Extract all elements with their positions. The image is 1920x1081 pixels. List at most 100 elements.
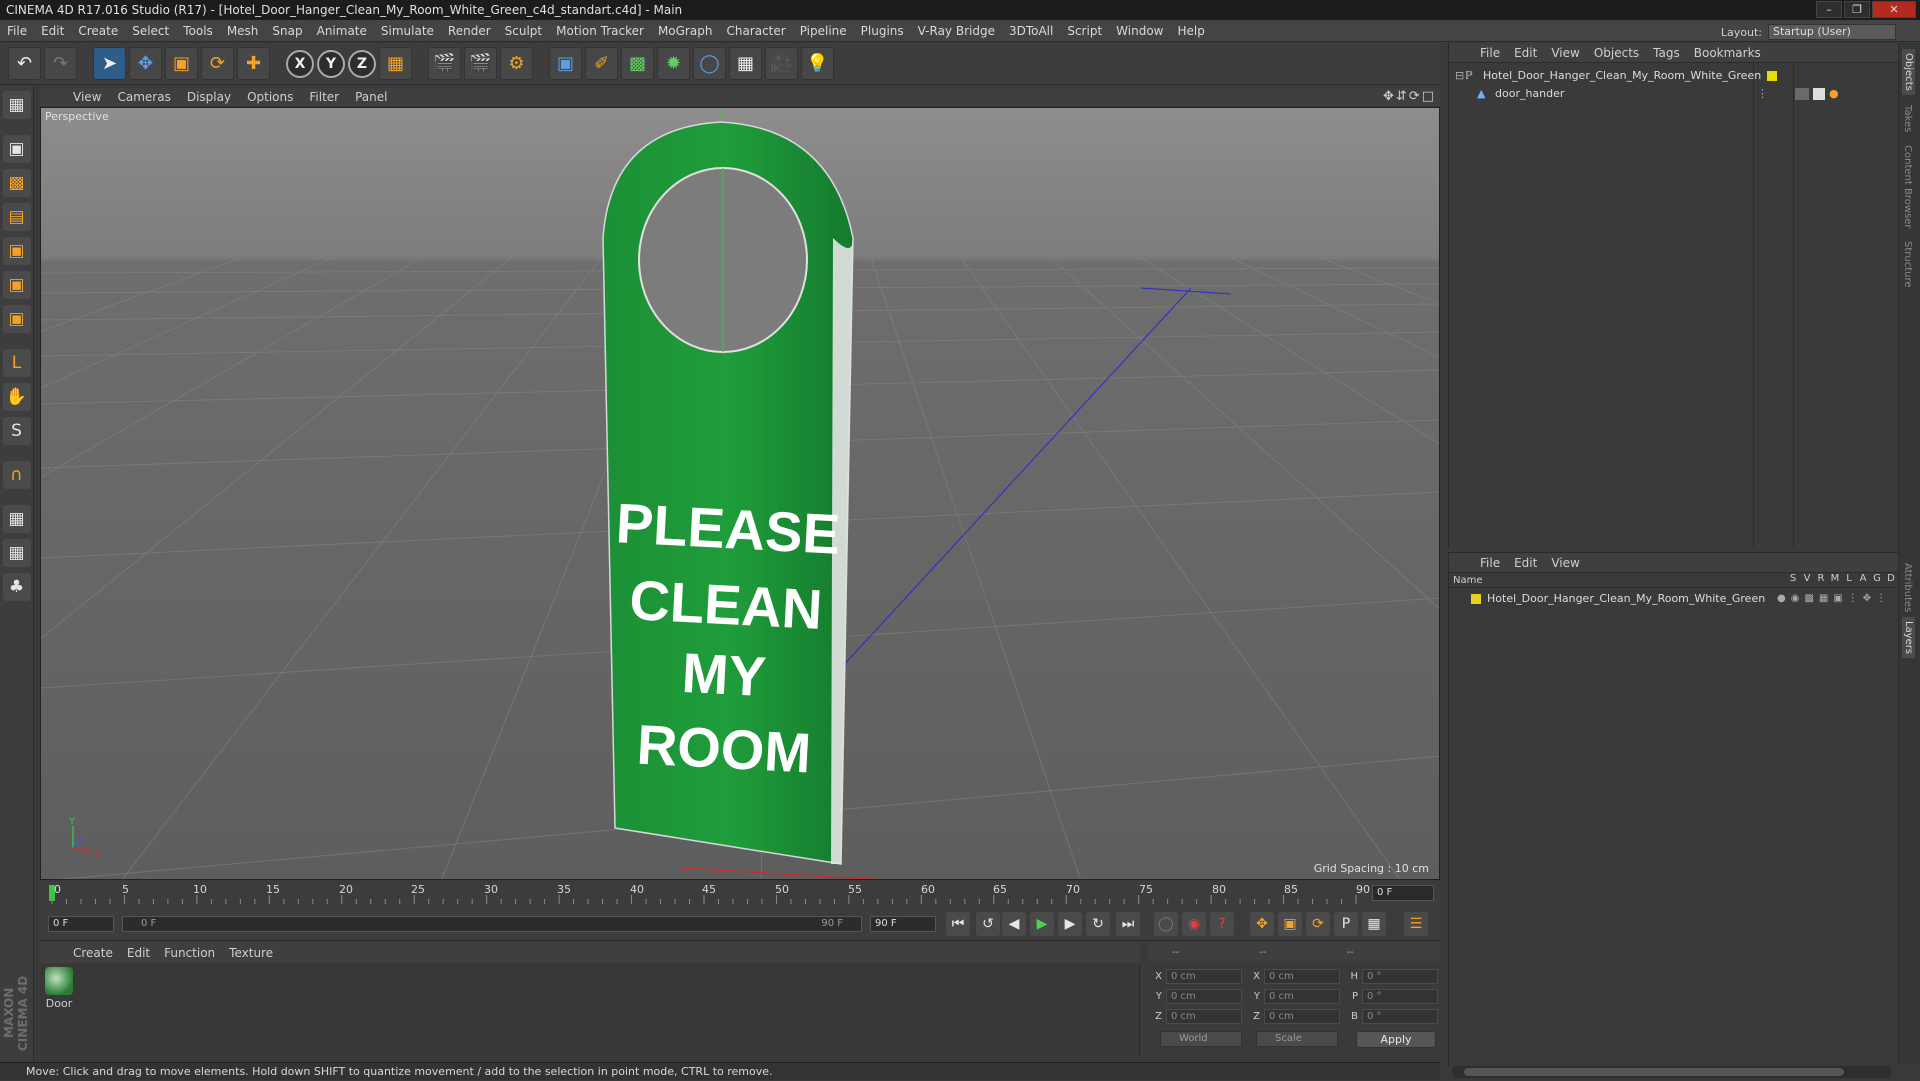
menu-create[interactable]: Create	[71, 24, 125, 38]
menu-mesh[interactable]: Mesh	[220, 24, 266, 38]
scale-tool-icon[interactable]: ▣	[165, 47, 198, 80]
layer-color-swatch[interactable]	[1471, 593, 1481, 604]
cube-primitive-icon[interactable]: ▣	[549, 47, 582, 80]
make-editable-icon[interactable]: ▦	[2, 91, 31, 119]
menu-edit[interactable]: Edit	[34, 24, 71, 38]
python-icon[interactable]: ♣	[2, 573, 31, 601]
tab-layers[interactable]: Layers	[1902, 617, 1915, 659]
tab-takes[interactable]: Takes	[1902, 105, 1913, 132]
layer-col-view[interactable]: V	[1800, 573, 1814, 584]
redo-icon[interactable]: ↷	[44, 47, 77, 80]
coordinate-space-dropdown[interactable]: World	[1160, 1031, 1242, 1047]
menu-motion-tracker[interactable]: Motion Tracker	[549, 24, 651, 38]
coord-field[interactable]: 0 cm	[1264, 1009, 1340, 1024]
start-frame-field[interactable]: 0 F	[48, 916, 114, 932]
3d-viewport[interactable]: PLEASE CLEAN MY ROOM Y X Perspective Gri…	[40, 107, 1440, 880]
tab-objects[interactable]: Objects	[1902, 49, 1915, 95]
coord-field[interactable]: 0 °	[1362, 969, 1438, 984]
layer-col-locked[interactable]: L	[1842, 573, 1856, 584]
menu-window[interactable]: Window	[1109, 24, 1170, 38]
y-axis-lock-icon[interactable]: Y	[317, 49, 345, 78]
play-icon[interactable]: ▶	[1030, 912, 1054, 936]
coord-field[interactable]: 0 cm	[1166, 969, 1242, 984]
undo-icon[interactable]: ↶	[8, 47, 41, 80]
viewport-menu-view[interactable]: View	[66, 90, 108, 104]
coord-field[interactable]: 0 °	[1362, 1009, 1438, 1024]
light-icon[interactable]: 💡	[801, 47, 834, 80]
menu-sculpt[interactable]: Sculpt	[498, 24, 549, 38]
tab-structure[interactable]: Structure	[1902, 241, 1913, 288]
material-menu-texture[interactable]: Texture	[222, 946, 280, 960]
timeline-layout-icon[interactable]: ☰	[1404, 912, 1428, 936]
viewport-menu-filter[interactable]: Filter	[302, 90, 346, 104]
spline-pen-icon[interactable]: ✐	[585, 47, 618, 80]
layer-toggle-icons[interactable]: ●◉▩▦▣⋮✥⋮	[1777, 593, 1891, 604]
layers-menu-edit[interactable]: Edit	[1507, 556, 1544, 570]
enable-axis-icon[interactable]: L	[2, 349, 31, 377]
magnet-icon[interactable]: ∩	[2, 461, 31, 489]
minimize-icon[interactable]: –	[1816, 1, 1842, 18]
objects-menu-file[interactable]: File	[1473, 46, 1507, 60]
close-icon[interactable]: ✕	[1872, 1, 1916, 18]
floor-scene-icon[interactable]: ▦	[729, 47, 762, 80]
object-row-null[interactable]: ⊟ ℙ Hotel_Door_Hanger_Clean_My_Room_Whit…	[1449, 67, 1899, 84]
render-picture-viewer-icon[interactable]: 🎬	[464, 47, 497, 80]
uvw-tag-icon[interactable]	[1813, 87, 1825, 100]
menu-animate[interactable]: Animate	[310, 24, 374, 38]
material-menu-create[interactable]: Create	[66, 946, 120, 960]
phong-tag-icon[interactable]	[1795, 87, 1809, 100]
end-frame-field[interactable]: 90 F	[870, 916, 936, 932]
menu-mograph[interactable]: MoGraph	[651, 24, 720, 38]
cloner-icon[interactable]: ✹	[657, 47, 690, 80]
next-frame-icon[interactable]: ▶	[1058, 912, 1082, 936]
edges-mode-icon[interactable]: ▣	[2, 271, 31, 299]
preview-range-slider[interactable]: 0 F 90 F	[122, 916, 862, 932]
coord-field[interactable]: 0 cm	[1264, 989, 1340, 1004]
visibility-icon[interactable]: ⋮	[1757, 87, 1773, 100]
autokey-icon[interactable]: ?	[1210, 912, 1234, 936]
expand-icon[interactable]: ⊟	[1455, 69, 1465, 82]
rotate-tool-icon[interactable]: ⟳	[201, 47, 234, 80]
snapping-icon[interactable]: S	[2, 417, 31, 445]
viewport-menu-cameras[interactable]: Cameras	[110, 90, 177, 104]
coordinate-system-icon[interactable]: ▦	[379, 47, 412, 80]
layers-menu-file[interactable]: File	[1473, 556, 1507, 570]
layer-col-deformers[interactable]: D	[1884, 573, 1898, 584]
apply-button[interactable]: Apply	[1356, 1031, 1436, 1048]
viewport-menu-display[interactable]: Display	[180, 90, 238, 104]
key-rotation-icon[interactable]: ⟳	[1306, 912, 1330, 936]
texture-mode-icon[interactable]: ▩	[2, 169, 31, 197]
menu-pipeline[interactable]: Pipeline	[793, 24, 854, 38]
layer-col-solo[interactable]: S	[1786, 573, 1800, 584]
key-scale-icon[interactable]: ▣	[1278, 912, 1302, 936]
render-view-icon[interactable]: 🎬	[428, 47, 461, 80]
menu-tools[interactable]: Tools	[176, 24, 220, 38]
polygons-mode-icon[interactable]: ▣	[2, 305, 31, 333]
objects-menu-edit[interactable]: Edit	[1507, 46, 1544, 60]
menu-file[interactable]: File	[0, 24, 34, 38]
scrollbar-thumb[interactable]	[1464, 1068, 1844, 1076]
menu-character[interactable]: Character	[719, 24, 792, 38]
objects-menu-tags[interactable]: Tags	[1646, 46, 1687, 60]
subdivision-surface-icon[interactable]: ▩	[621, 47, 654, 80]
material-swatch[interactable]: Door	[44, 967, 74, 1010]
layout-dropdown[interactable]: Startup (User)	[1768, 24, 1896, 40]
objects-menu-view[interactable]: View	[1544, 46, 1586, 60]
menu-render[interactable]: Render	[441, 24, 498, 38]
current-frame-field[interactable]: 0 F	[1372, 885, 1434, 901]
viewport-menu-options[interactable]: Options	[240, 90, 300, 104]
tab-attributes[interactable]: Attributes	[1902, 563, 1913, 612]
coord-field[interactable]: 0 cm	[1166, 1009, 1242, 1024]
x-axis-lock-icon[interactable]: X	[286, 49, 314, 78]
record-active-icon[interactable]: ◉	[1182, 912, 1206, 936]
select-arrow-icon[interactable]: ➤	[93, 47, 126, 80]
prev-frame-icon[interactable]: ◀	[1002, 912, 1026, 936]
menu-script[interactable]: Script	[1060, 24, 1109, 38]
render-settings-icon[interactable]: ⚙	[500, 47, 533, 80]
prev-key-icon[interactable]: ↺	[976, 912, 1000, 936]
objects-menu-bookmarks[interactable]: Bookmarks	[1687, 46, 1768, 60]
live-selection-icon[interactable]: ✚	[237, 47, 270, 80]
menu-select[interactable]: Select	[125, 24, 176, 38]
goto-end-icon[interactable]: ⏭	[1116, 912, 1140, 936]
layer-color-icon[interactable]	[1767, 70, 1777, 81]
